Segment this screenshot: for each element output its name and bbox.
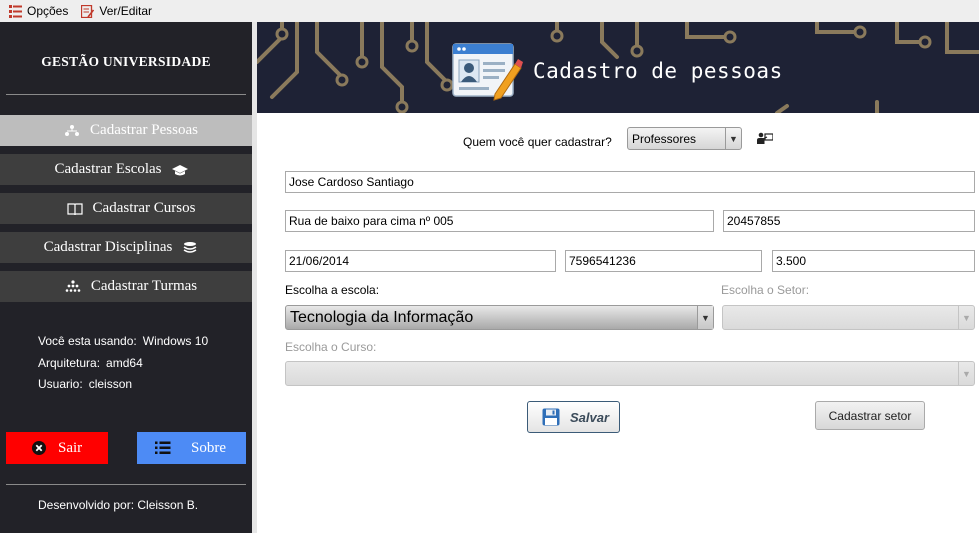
- menu-opcoes-label: Opções: [27, 4, 69, 18]
- address-field[interactable]: Rua de baixo para cima nº 005: [285, 210, 714, 232]
- cep-field[interactable]: 20457855: [723, 210, 975, 232]
- person-type-select[interactable]: Professores ▼: [627, 127, 742, 150]
- register-sector-button[interactable]: Cadastrar setor: [815, 401, 925, 430]
- school-label: Escolha a escola:: [285, 283, 380, 297]
- school-value: Tecnologia da Informação: [290, 308, 474, 326]
- sector-label: Escolha o Setor:: [721, 283, 810, 297]
- name-field[interactable]: Jose Cardoso Santiago: [285, 171, 975, 193]
- system-info: Você esta usando: Windows 10 Arquitetura:…: [38, 331, 214, 396]
- nav-cadastrar-turmas[interactable]: Cadastrar Turmas: [0, 271, 252, 302]
- page-title: Cadastro de pessoas: [533, 59, 783, 83]
- nav-cadastrar-disciplinas[interactable]: Cadastrar Disciplinas: [0, 232, 252, 263]
- salary-field[interactable]: 3.500: [772, 250, 975, 272]
- arch-label: Arquitetura:: [38, 355, 101, 370]
- list-icon: [155, 441, 171, 454]
- people-hierarchy-icon: [65, 124, 80, 136]
- exit-button[interactable]: Sair: [6, 432, 108, 464]
- chevron-down-icon: ▼: [725, 128, 741, 149]
- book-icon: [66, 202, 83, 215]
- divider: [6, 484, 246, 485]
- divider: [6, 94, 246, 95]
- sidebar: GESTÃO UNIVERSIDADE Cadastrar Pessoas Ca…: [0, 22, 252, 533]
- teacher-icon: [757, 132, 773, 144]
- chevron-down-icon: ▼: [697, 306, 713, 329]
- person-type-value: Professores: [632, 131, 697, 146]
- exit-label: Sair: [58, 439, 83, 456]
- menu-ver-editar[interactable]: Ver/Editar: [81, 4, 152, 18]
- nav-label: Cadastrar Turmas: [90, 278, 198, 294]
- menubar: Opções Ver/Editar: [0, 0, 979, 22]
- header-banner: Cadastro de pessoas: [257, 22, 979, 113]
- os-label: Você esta usando:: [38, 334, 137, 348]
- course-select[interactable]: ▼: [285, 361, 975, 386]
- menu-ver-editar-label: Ver/Editar: [99, 4, 153, 18]
- about-label: Sobre: [191, 439, 226, 456]
- birth-date-field[interactable]: 21/06/2014: [285, 250, 556, 272]
- developer-credit: Desenvolvido por: Cleisson B.: [38, 498, 199, 512]
- document-field[interactable]: 7596541236: [565, 250, 762, 272]
- save-button[interactable]: Salvar: [527, 401, 620, 433]
- nav-label: Cadastrar Cursos: [92, 200, 196, 216]
- id-card-icon: [452, 43, 523, 101]
- sector-select[interactable]: ▼: [722, 305, 975, 330]
- chevron-down-icon: ▼: [958, 362, 974, 385]
- menu-opcoes[interactable]: Opções: [9, 4, 68, 18]
- chevron-down-icon: ▼: [958, 306, 974, 329]
- brand-title: GESTÃO UNIVERSIDADE: [41, 54, 211, 69]
- group-icon: [65, 279, 81, 292]
- nav-cadastrar-escolas[interactable]: Cadastrar Escolas: [0, 154, 252, 185]
- nav-label: Cadastrar Escolas: [54, 161, 162, 177]
- arch-value: amd64: [106, 355, 143, 370]
- user-label: Usuario:: [38, 377, 83, 391]
- stack-icon: [183, 241, 197, 253]
- user-value: cleisson: [88, 377, 133, 391]
- os-value: Windows 10: [142, 334, 209, 348]
- edit-icon: [81, 4, 95, 18]
- graduation-cap-icon: [171, 164, 188, 175]
- floppy-disk-icon: [542, 408, 560, 426]
- nav-cadastrar-pessoas[interactable]: Cadastrar Pessoas: [0, 115, 252, 146]
- school-select[interactable]: Tecnologia da Informação ▼: [285, 305, 714, 330]
- save-label: Salvar: [570, 409, 610, 425]
- nav-cadastrar-cursos[interactable]: Cadastrar Cursos: [0, 193, 252, 224]
- who-label: Quem você quer cadastrar?: [463, 135, 612, 149]
- list-icon: [9, 4, 22, 18]
- about-button[interactable]: Sobre: [137, 432, 246, 464]
- close-icon: [32, 441, 46, 455]
- nav-label: Cadastrar Pessoas: [90, 122, 198, 138]
- course-label: Escolha o Curso:: [285, 340, 377, 354]
- nav-label: Cadastrar Disciplinas: [43, 239, 173, 255]
